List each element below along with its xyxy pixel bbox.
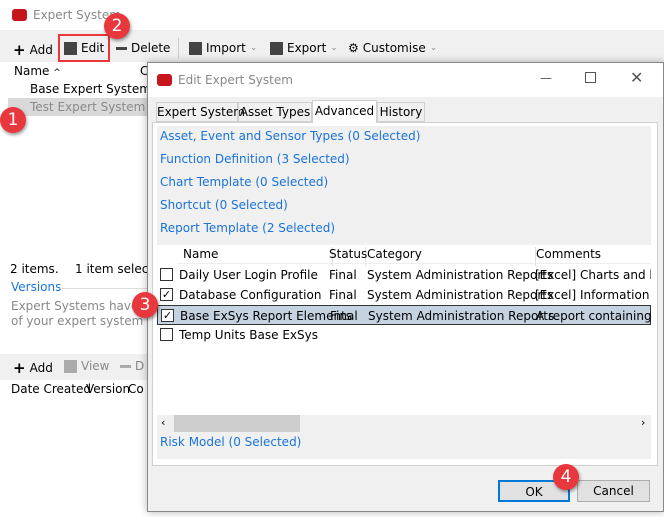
edit-dialog: Edit Expert System — ✕ Expert System Ass… <box>147 62 664 512</box>
shortcut-link[interactable]: Shortcut (0 Selected) <box>160 198 288 212</box>
dialog-title: Edit Expert System <box>178 73 293 87</box>
close-button[interactable]: ✕ <box>630 68 643 87</box>
row-category: System Administration Reports <box>367 288 554 302</box>
step-marker-2: 2 <box>104 13 130 39</box>
column-header-comments[interactable]: Co <box>128 382 144 396</box>
scroll-right-icon[interactable]: › <box>641 416 645 429</box>
versions-add-button[interactable]: + Add <box>13 359 53 377</box>
column-header-name[interactable]: Name <box>183 247 333 266</box>
delete-button[interactable]: Delete <box>116 41 170 55</box>
scroll-left-icon[interactable]: ‹ <box>161 416 165 429</box>
plus-icon: + <box>13 359 26 377</box>
export-button[interactable]: Export ⌄ <box>270 41 338 55</box>
row-name: Daily User Login Profile <box>179 268 318 282</box>
minus-icon <box>120 364 131 368</box>
row-comments: [Excel] Charts and lists <box>535 268 651 282</box>
maximize-button[interactable] <box>585 72 596 83</box>
horizontal-scrollbar[interactable]: ‹ › <box>157 415 651 432</box>
risk-model-link[interactable]: Risk Model (0 Selected) <box>160 435 301 449</box>
column-header-comments[interactable]: Comments <box>536 247 601 261</box>
app-logo-icon <box>157 74 172 86</box>
minimize-button[interactable]: — <box>540 71 552 85</box>
asset-types-link[interactable]: Asset, Event and Sensor Types (0 Selecte… <box>160 129 420 143</box>
row-status: Final <box>330 309 358 323</box>
chevron-down-icon: ⌄ <box>429 43 438 53</box>
column-header-status[interactable]: Status <box>329 247 367 266</box>
grid-row[interactable]: Temp Units Base ExSys <box>157 325 651 345</box>
gear-icon: ⚙ <box>348 41 359 55</box>
add-button[interactable]: + Add <box>13 41 53 59</box>
row-name: Database Configuration <box>179 288 322 302</box>
step-marker-4: 4 <box>553 464 579 490</box>
step-marker-1: 1 <box>0 107 26 133</box>
chevron-down-icon: ⌄ <box>249 43 258 53</box>
column-header-version[interactable]: Version <box>86 382 130 396</box>
tab-expert-system[interactable]: Expert System <box>156 102 245 122</box>
column-header-category[interactable]: Category <box>367 247 536 266</box>
edit-icon <box>64 359 77 373</box>
minus-icon <box>116 46 127 50</box>
versions-delete-button[interactable]: D <box>120 359 144 373</box>
sort-ascending-icon: ^ <box>53 68 61 78</box>
versions-view-button[interactable]: View <box>64 359 109 373</box>
chart-template-link[interactable]: Chart Template (0 Selected) <box>160 175 328 189</box>
row-category: System Administration Reports <box>367 268 554 282</box>
tab-history[interactable]: History <box>377 102 425 122</box>
report-grid: Name Status Category Comments Daily User… <box>157 245 651 432</box>
row-name: Base ExSys Report Elements <box>180 309 353 323</box>
column-header-name[interactable]: Name ^ <box>14 64 61 78</box>
function-definition-link[interactable]: Function Definition (3 Selected) <box>160 152 350 166</box>
divider <box>60 288 148 289</box>
edit-button[interactable]: Edit <box>58 34 111 62</box>
tab-asset-types[interactable]: Asset Types <box>238 102 312 122</box>
divider <box>178 38 179 58</box>
row-checkbox[interactable]: ✓ <box>160 288 173 301</box>
row-checkbox[interactable] <box>160 328 173 341</box>
list-item[interactable]: Base Expert System <box>8 80 151 98</box>
tab-advanced[interactable]: Advanced <box>312 100 377 123</box>
item-count: 2 items. <box>10 262 59 276</box>
report-template-link[interactable]: Report Template (2 Selected) <box>160 221 335 235</box>
versions-heading: Versions <box>11 280 62 294</box>
row-checkbox[interactable] <box>160 268 173 281</box>
chevron-down-icon: ⌄ <box>330 43 338 53</box>
row-checkbox[interactable]: ✓ <box>161 309 174 322</box>
row-comments: A report containing sa <box>536 309 651 323</box>
scrollbar-thumb[interactable] <box>174 415 300 432</box>
advanced-panel: Asset, Event and Sensor Types (0 Selecte… <box>152 122 658 466</box>
row-status: Final <box>329 288 357 302</box>
edit-icon <box>64 41 77 55</box>
app-logo-icon <box>12 9 27 21</box>
customise-button[interactable]: ⚙ Customise ⌄ <box>348 41 437 55</box>
list-item-selected[interactable]: Test Expert System <box>8 98 147 116</box>
import-icon <box>189 41 202 55</box>
column-header-date-created[interactable]: Date Created <box>11 382 91 396</box>
row-name: Temp Units Base ExSys <box>179 328 318 342</box>
plus-icon: + <box>13 41 26 59</box>
grid-row[interactable]: Daily User Login Profile Final System Admi… <box>157 265 651 285</box>
export-icon <box>270 41 283 55</box>
row-category: System Administration Reports <box>368 309 555 323</box>
step-marker-3: 3 <box>132 292 158 318</box>
row-comments: [Excel] Information wh <box>535 288 651 302</box>
grid-row[interactable]: ✓ Database Configuration Final System Admin… <box>157 285 651 305</box>
import-button[interactable]: Import ⌄ <box>189 41 257 55</box>
row-status: Final <box>329 268 357 282</box>
cancel-button[interactable]: Cancel <box>577 480 650 502</box>
grid-row[interactable]: ✓ Base ExSys Report Elements Final System A… <box>157 305 651 325</box>
